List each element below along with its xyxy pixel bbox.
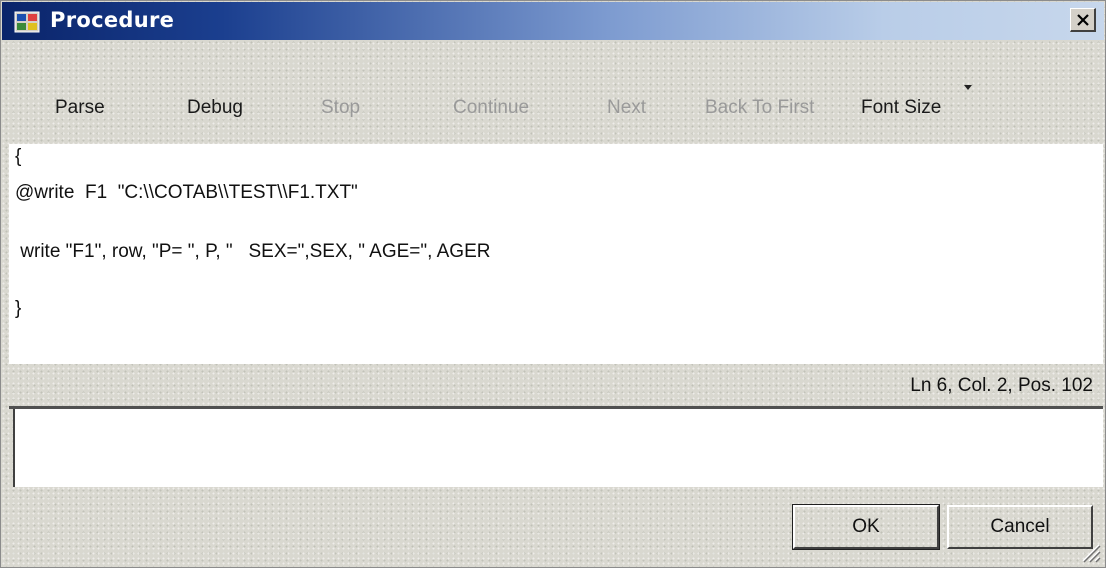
output-textbox[interactable] xyxy=(13,409,1103,487)
code-line-6: } xyxy=(15,298,22,319)
close-icon xyxy=(1077,14,1089,26)
font-size-dropdown[interactable]: Font Size xyxy=(861,97,941,119)
procedure-dialog: Procedure Parse Debug Stop Continue Next… xyxy=(0,0,1106,568)
back-to-first-button[interactable]: Back To First xyxy=(705,97,814,119)
close-button[interactable] xyxy=(1070,8,1096,32)
resize-grip-icon[interactable] xyxy=(1079,541,1101,563)
code-line-4: write "F1", row, "P= ", P, " SEX=",SEX, … xyxy=(15,241,491,262)
cursor-position-status: Ln 6, Col. 2, Pos. 102 xyxy=(910,375,1093,396)
window-app-icon xyxy=(14,11,40,33)
code-editor[interactable]: { @write F1 "C:\\COTAB\\TEST\\F1.TXT" wr… xyxy=(9,144,1103,364)
debug-button[interactable]: Debug xyxy=(187,97,243,119)
stop-button[interactable]: Stop xyxy=(321,97,360,119)
continue-button[interactable]: Continue xyxy=(453,97,529,119)
parse-button[interactable]: Parse xyxy=(55,97,105,119)
font-size-chevron-down-icon[interactable] xyxy=(964,85,972,90)
next-button[interactable]: Next xyxy=(607,97,646,119)
cancel-button[interactable]: Cancel xyxy=(947,505,1093,549)
toolbar: Parse Debug Stop Continue Next Back To F… xyxy=(15,89,1095,129)
ok-button[interactable]: OK xyxy=(792,504,940,550)
window-title: Procedure xyxy=(50,8,175,32)
code-line-2: @write F1 "C:\\COTAB\\TEST\\F1.TXT" xyxy=(15,182,358,203)
title-bar[interactable]: Procedure xyxy=(2,2,1104,40)
code-line-1: { xyxy=(15,146,22,167)
